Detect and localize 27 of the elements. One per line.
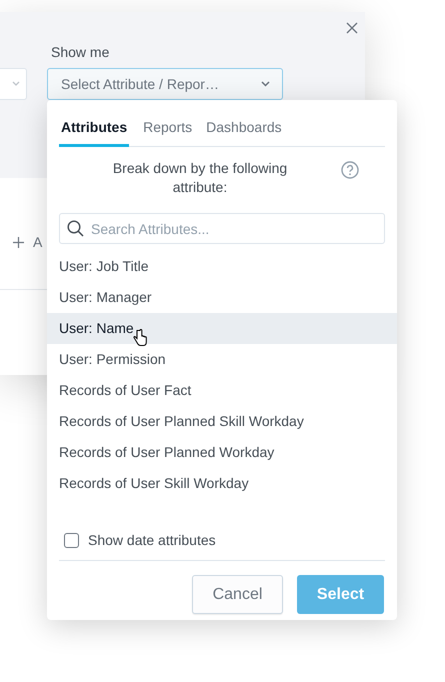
plus-icon[interactable]	[13, 237, 24, 248]
attribute-item[interactable]: User: Name	[47, 313, 397, 344]
checkbox[interactable]	[64, 533, 79, 548]
close-icon[interactable]	[346, 22, 358, 34]
hand-cursor-icon	[133, 329, 147, 347]
search-field[interactable]: Search Attributes...	[59, 213, 385, 244]
description-text: Break down by the following attribute:	[112, 159, 288, 197]
attribute-item[interactable]: User: Job Title	[47, 251, 397, 282]
tab[interactable]: Attributes	[59, 117, 130, 147]
tab[interactable]: Dashboards	[206, 117, 282, 147]
checkbox-label: Show date attributes	[88, 531, 216, 550]
attribute-item[interactable]: Records of User Skill Workday	[47, 468, 397, 499]
attribute-item[interactable]: Records of User Planned Skill Workday	[47, 406, 397, 437]
attribute-item[interactable]: User: Permission	[47, 344, 397, 375]
select-field[interactable]	[0, 68, 27, 100]
field-label: Show me	[51, 43, 110, 62]
tab[interactable]: Reports	[143, 117, 192, 147]
help-icon[interactable]	[341, 161, 359, 179]
chevron-down-icon	[12, 81, 20, 87]
attribute-select[interactable]: Select Attribute / Repor…	[47, 68, 283, 100]
attribute-item[interactable]: Records of User Planned Workday	[47, 437, 397, 468]
search-icon	[67, 220, 84, 237]
attribute-item[interactable]: Records of User Fact	[47, 375, 397, 406]
chevron-down-icon	[261, 81, 270, 87]
cancel-button[interactable]: Cancel	[192, 575, 283, 614]
add-label[interactable]: A	[33, 232, 42, 253]
attribute-item[interactable]: User: Manager	[47, 282, 397, 313]
